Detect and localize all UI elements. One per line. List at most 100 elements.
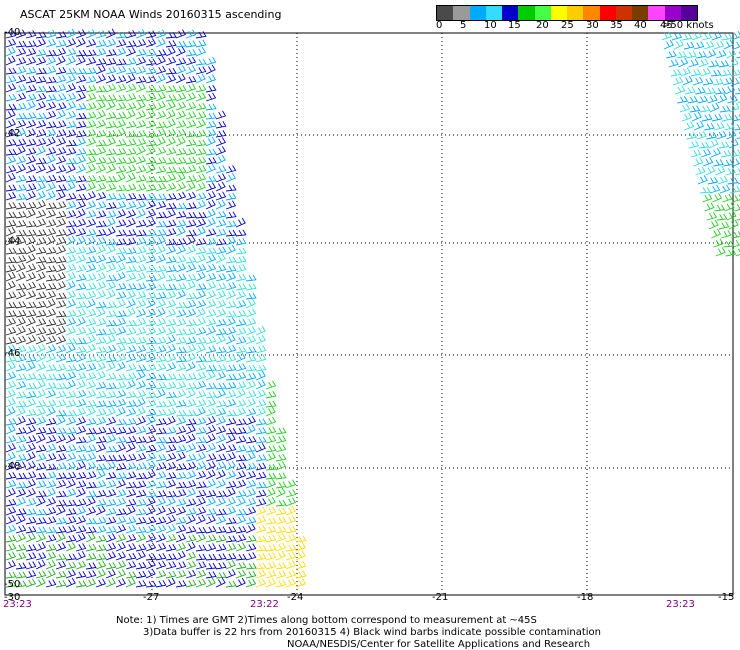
left-barb-423 bbox=[135, 200, 147, 210]
left-barb-1194 bbox=[135, 472, 147, 480]
left-barb-401 bbox=[145, 193, 157, 201]
right-barb-66 bbox=[691, 111, 702, 122]
left-barb-82 bbox=[15, 66, 27, 75]
left-barb-955 bbox=[225, 390, 237, 399]
left-barb-265 bbox=[135, 137, 147, 147]
right-barb-86 bbox=[718, 141, 730, 149]
left-barb-1079 bbox=[105, 434, 117, 444]
left-barb-296 bbox=[5, 155, 17, 165]
left-barb-840 bbox=[125, 353, 137, 363]
left-barb-793 bbox=[175, 336, 187, 345]
left-barb-969 bbox=[95, 400, 107, 408]
left-barb-1167 bbox=[145, 460, 156, 471]
left-barb-472 bbox=[165, 219, 177, 228]
left-barb-551 bbox=[235, 247, 247, 255]
left-barb-1431 bbox=[185, 541, 196, 552]
left-barb-400 bbox=[135, 193, 147, 201]
left-barb-151 bbox=[75, 91, 86, 102]
left-barb-1441 bbox=[285, 544, 297, 552]
left-barb-14 bbox=[145, 30, 157, 39]
left-barb-502 bbox=[225, 229, 237, 237]
left-barb-836 bbox=[85, 355, 97, 363]
left-barb-254 bbox=[25, 138, 37, 147]
right-barb-4 bbox=[701, 32, 713, 41]
left-barb-1544 bbox=[115, 578, 126, 588]
left-barb-996 bbox=[95, 408, 107, 417]
left-barb-1096 bbox=[275, 435, 287, 444]
left-barb-1175 bbox=[225, 460, 236, 471]
left-barb-1353 bbox=[285, 515, 297, 525]
left-barb-1387 bbox=[45, 534, 57, 543]
left-barb-773 bbox=[235, 327, 247, 336]
left-barb-1287 bbox=[205, 496, 216, 507]
left-barb-507 bbox=[35, 237, 47, 246]
left-barb-326 bbox=[85, 163, 96, 174]
right-barb-122 bbox=[726, 210, 737, 221]
left-barb-325 bbox=[75, 164, 86, 174]
left-barb-1265 bbox=[275, 487, 286, 498]
left-barb-1164 bbox=[115, 462, 127, 471]
left-barb-1484 bbox=[115, 560, 127, 570]
left-barb-184 bbox=[195, 102, 207, 111]
left-barb-670 bbox=[205, 290, 216, 300]
left-barb-241 bbox=[115, 127, 126, 138]
left-barb-410 bbox=[5, 202, 17, 210]
left-barb-1082 bbox=[135, 436, 147, 444]
left-barb-884 bbox=[45, 373, 57, 381]
left-barb-624 bbox=[245, 274, 257, 282]
left-barb-587 bbox=[115, 262, 126, 273]
left-barb-1303 bbox=[75, 506, 87, 516]
left-barb-1325 bbox=[5, 515, 16, 525]
left-barb-910 bbox=[45, 382, 57, 390]
left-barb-915 bbox=[95, 381, 107, 390]
left-barb-665 bbox=[155, 291, 167, 300]
left-barb-1474 bbox=[15, 562, 27, 570]
left-barb-132 bbox=[95, 85, 107, 93]
left-barb-641 bbox=[165, 283, 177, 291]
left-barb-94 bbox=[135, 65, 147, 75]
left-barb-386 bbox=[225, 184, 237, 192]
left-barb-1418 bbox=[55, 542, 67, 552]
left-barb-431 bbox=[215, 199, 226, 210]
left-barb-280 bbox=[65, 147, 77, 156]
left-barb-1134 bbox=[95, 454, 107, 462]
left-barb-669 bbox=[195, 290, 206, 300]
right-barb-19 bbox=[696, 51, 707, 59]
left-barb-555 bbox=[35, 256, 47, 264]
left-barb-429 bbox=[195, 200, 206, 210]
left-barb-251 bbox=[215, 130, 227, 138]
left-barb-1558 bbox=[255, 578, 267, 588]
left-barb-87 bbox=[65, 67, 77, 75]
left-barb-155 bbox=[115, 94, 127, 102]
left-barb-1091 bbox=[225, 433, 236, 444]
left-barb-1477 bbox=[45, 560, 56, 570]
left-barb-569 bbox=[175, 255, 187, 264]
left-barb-870 bbox=[165, 362, 177, 372]
left-barb-479 bbox=[235, 217, 246, 228]
left-barb-164 bbox=[205, 92, 217, 102]
right-barb-90 bbox=[710, 148, 721, 158]
left-barb-1036 bbox=[225, 417, 237, 426]
left-barb-1232 bbox=[235, 479, 247, 489]
left-barb-1261 bbox=[235, 490, 247, 498]
right-barb-36 bbox=[720, 69, 732, 77]
left-barb-1320 bbox=[245, 506, 257, 516]
left-barb-1239 bbox=[15, 488, 27, 498]
left-barb-358 bbox=[175, 172, 186, 183]
right-barb-16 bbox=[666, 50, 677, 59]
left-barb-757 bbox=[75, 326, 87, 336]
left-barb-549 bbox=[215, 246, 227, 255]
left-barb-775 bbox=[255, 325, 266, 336]
left-barb-1306 bbox=[105, 507, 117, 516]
left-barb-24 bbox=[45, 38, 57, 48]
left-barb-516 bbox=[125, 237, 137, 246]
left-barb-1319 bbox=[235, 508, 247, 516]
left-barb-1511 bbox=[85, 570, 97, 579]
left-barb-1272 bbox=[55, 499, 67, 507]
left-barb-315 bbox=[195, 156, 207, 165]
left-barb-785 bbox=[95, 336, 107, 345]
left-barb-570 bbox=[185, 256, 197, 264]
left-barb-1505 bbox=[25, 570, 37, 579]
left-barb-1102 bbox=[55, 444, 67, 453]
left-barb-382 bbox=[185, 181, 196, 192]
